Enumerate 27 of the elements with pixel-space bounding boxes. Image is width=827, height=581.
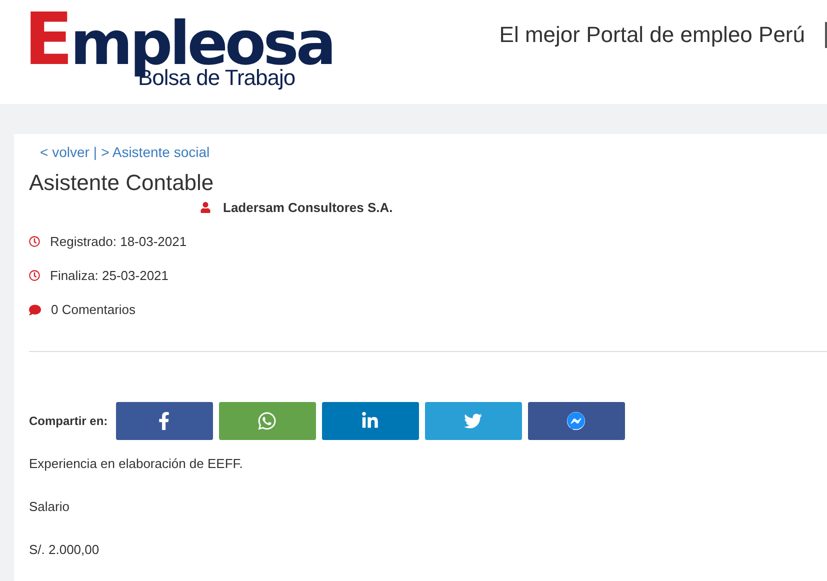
back-link[interactable]: < volver — [40, 144, 90, 160]
job-title: Asistente Contable — [29, 170, 215, 196]
messenger-share-button[interactable] — [528, 402, 625, 440]
share-label: Compartir en: — [29, 414, 108, 428]
logo-initial: E — [24, 8, 70, 70]
company-name: Ladersam Consultores S.A. — [223, 200, 393, 215]
tagline: El mejor Portal de empleo Perú — [499, 22, 805, 48]
user-icon — [200, 202, 211, 213]
meta-text: Registrado: 18-03-2021 — [50, 234, 187, 249]
twitter-icon — [464, 412, 482, 430]
meta-text: 0 Comentarios — [51, 302, 136, 317]
linkedin-share-button[interactable] — [322, 402, 419, 440]
clock-icon — [29, 236, 40, 247]
twitter-share-button[interactable] — [424, 402, 522, 440]
description-text: S/. 2.000,00 — [29, 542, 100, 557]
whatsapp-icon — [257, 411, 278, 431]
clock-icon — [29, 270, 40, 281]
description-text: Salario — [29, 499, 70, 514]
description-text: Experiencia en elaboración de EEFF. — [29, 456, 244, 471]
comment-icon — [29, 304, 41, 316]
category-link[interactable]: > Asistente social — [101, 144, 210, 160]
whatsapp-share-button[interactable] — [218, 402, 316, 440]
breadcrumb-separator: | — [93, 144, 98, 160]
linkedin-icon — [361, 412, 380, 430]
facebook-share-button[interactable] — [116, 402, 213, 440]
meta-text: Finaliza: 25-03-2021 — [50, 268, 169, 283]
messenger-icon — [567, 412, 586, 430]
